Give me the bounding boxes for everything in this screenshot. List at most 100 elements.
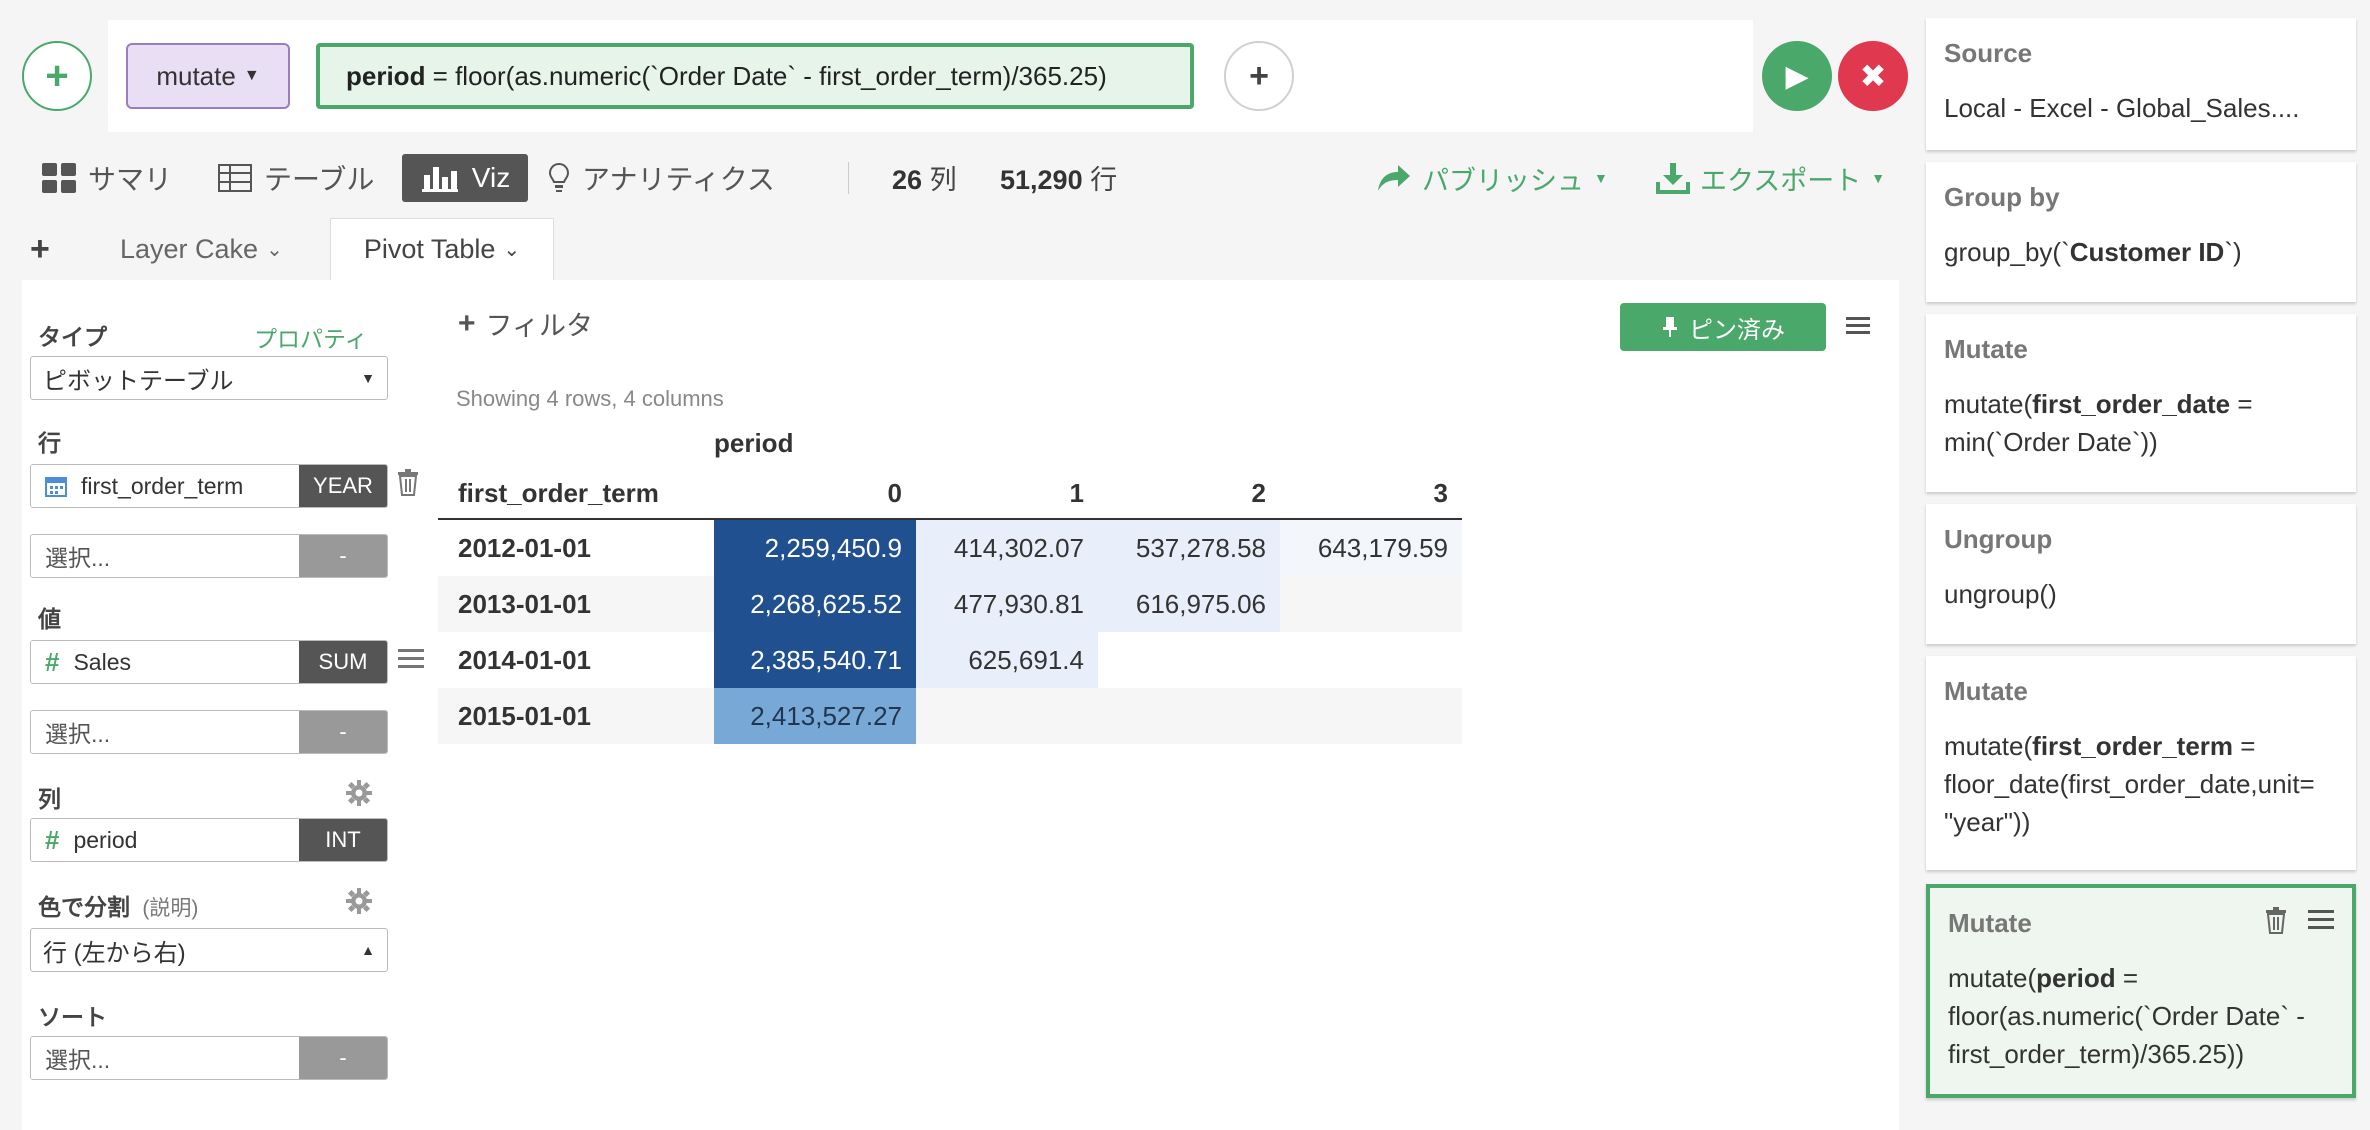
divider (848, 162, 849, 194)
menu-icon[interactable] (398, 646, 424, 677)
pivot-cell: 2,268,625.52 (714, 576, 916, 632)
trash-icon[interactable] (396, 468, 420, 503)
row-field-name: first_order_term (81, 472, 244, 499)
plus-icon: + (458, 306, 476, 340)
row-count-label: 行 (1090, 165, 1118, 195)
tab-viz-label: Viz (471, 162, 511, 193)
pivot-cell: 643,179.59 (1280, 520, 1462, 576)
command-label: mutate (156, 60, 236, 91)
color-hint: (説明) (142, 897, 199, 920)
column-count: 26 列 (892, 158, 957, 197)
tab-table[interactable]: テーブル (218, 154, 374, 202)
filter-label: フィルタ (485, 311, 593, 341)
chart-type-select[interactable]: ピボットテーブル ▼ (30, 356, 388, 400)
play-icon: ▶ (1785, 59, 1809, 93)
close-icon: ✖ (1859, 58, 1887, 94)
tab-viz[interactable]: Viz (402, 154, 528, 202)
step-mutate-period[interactable]: Mutate mutate(period = floor(as.numeric(… (1926, 884, 2356, 1098)
share-icon (1378, 165, 1410, 191)
caret-up-icon: ▲ (361, 942, 375, 958)
step-body: Local - Excel - Global_Sales.... (1944, 93, 2300, 123)
gear-icon[interactable] (346, 780, 372, 813)
pivot-cell: 2,385,540.71 (714, 632, 916, 688)
publish-button[interactable]: パブリッシュ ▼ (1376, 154, 1608, 202)
export-label: エクスポート (1700, 165, 1862, 196)
formula-input[interactable]: period = floor(as.numeric(`Order Date` -… (316, 43, 1194, 109)
formula-target: period (346, 60, 426, 91)
step-body-text: mutate( (1944, 731, 2033, 761)
step-ungroup[interactable]: Ungroup ungroup() (1926, 504, 2356, 644)
tab-analytics-label: アナリティクス (582, 164, 775, 195)
pivot-cell (1098, 632, 1280, 688)
step-body: mutate(first_order_date = min(`Order Dat… (1944, 385, 2338, 461)
tab-analytics[interactable]: アナリティクス (548, 154, 775, 202)
trash-icon[interactable] (2264, 906, 2288, 939)
add-step-button[interactable]: + (22, 41, 92, 111)
step-body-text: mutate( (1948, 963, 2037, 993)
caret-down-icon: ▼ (361, 370, 375, 386)
plus-icon: + (45, 53, 69, 98)
tab-pivot-table-label: Pivot Table (363, 234, 496, 264)
export-button[interactable]: エクスポート ▼ (1656, 154, 1885, 202)
row-label: 2015-01-01 (458, 700, 591, 731)
pivot-cell (1280, 576, 1462, 632)
pinned-button[interactable]: ピン済み (1620, 303, 1826, 351)
step-mutate-first-order-date[interactable]: Mutate mutate(first_order_date = min(`Or… (1926, 314, 2356, 492)
cancel-button[interactable]: ✖ (1838, 41, 1908, 111)
properties-link[interactable]: プロパティ (254, 320, 368, 354)
row-count-value: 51,290 (1000, 165, 1083, 195)
rows-label: 行 (38, 430, 61, 456)
add-chart-button[interactable]: + (30, 218, 50, 280)
row-label: 2012-01-01 (458, 532, 591, 563)
menu-icon[interactable] (1846, 312, 1870, 344)
pinned-label: ピン済み (1689, 316, 1785, 344)
tab-layer-cake[interactable]: Layer Cake ⌄ (120, 218, 283, 280)
value-field-select[interactable]: 選択... - (30, 710, 388, 754)
gear-icon[interactable] (346, 888, 372, 921)
run-button[interactable]: ▶ (1762, 41, 1832, 111)
column-count-label: 列 (929, 165, 957, 195)
row-select-placeholder: 選択... (31, 535, 299, 577)
step-source[interactable]: Source Local - Excel - Global_Sales.... (1926, 18, 2356, 150)
row-field-select[interactable]: 選択... - (30, 534, 388, 578)
chart-type-value: ピボットテーブル (43, 367, 234, 395)
tab-table-label: テーブル (264, 164, 375, 195)
publish-label: パブリッシュ (1422, 165, 1584, 196)
column-header: 2 (1251, 478, 1266, 508)
pivot-cell: 625,691.4 (916, 632, 1098, 688)
step-title: Mutate (1944, 334, 2028, 364)
row-field[interactable]: first_order_term YEAR (30, 464, 388, 508)
row-label: 2014-01-01 (458, 644, 591, 675)
color-split-select[interactable]: 行 (左から右) ▲ (30, 928, 388, 972)
column-group-header: period (714, 428, 794, 458)
filter-button[interactable]: + フィルタ (458, 304, 593, 343)
pivot-cell (1280, 688, 1462, 744)
sort-select-placeholder: 選択... (31, 1037, 299, 1079)
menu-icon[interactable] (2308, 908, 2334, 937)
calendar-icon (45, 477, 67, 497)
pivot-cell: 537,278.58 (1098, 520, 1280, 576)
column-field[interactable]: # period INT (30, 818, 388, 862)
row-field-tag[interactable]: YEAR (299, 465, 387, 507)
type-label: タイプ (38, 324, 107, 350)
tab-summary[interactable]: サマリ (42, 154, 172, 202)
step-mutate-first-order-term[interactable]: Mutate mutate(first_order_term = floor_d… (1926, 656, 2356, 870)
caret-down-icon: ▼ (1871, 170, 1886, 186)
column-header: 0 (887, 478, 902, 508)
pivot-cell: 414,302.07 (916, 520, 1098, 576)
values-label: 値 (38, 606, 61, 632)
value-select-tag: - (299, 711, 387, 753)
step-group-by[interactable]: Group by group_by(`Customer ID`) (1926, 162, 2356, 302)
column-field-tag[interactable]: INT (299, 819, 387, 861)
value-field[interactable]: # Sales SUM (30, 640, 388, 684)
step-title: Ungroup (1944, 524, 2053, 554)
tab-pivot-table[interactable]: Pivot Table ⌄ (330, 218, 554, 280)
command-dropdown[interactable]: mutate ▼ (126, 43, 290, 109)
chevron-down-icon: ⌄ (503, 239, 521, 261)
value-field-tag[interactable]: SUM (299, 641, 387, 683)
tab-summary-label: サマリ (88, 164, 173, 195)
caret-down-icon: ▼ (243, 67, 260, 84)
sort-field-select[interactable]: 選択... - (30, 1036, 388, 1080)
caret-down-icon: ▼ (1594, 170, 1608, 186)
add-command-button[interactable]: + (1224, 41, 1294, 111)
